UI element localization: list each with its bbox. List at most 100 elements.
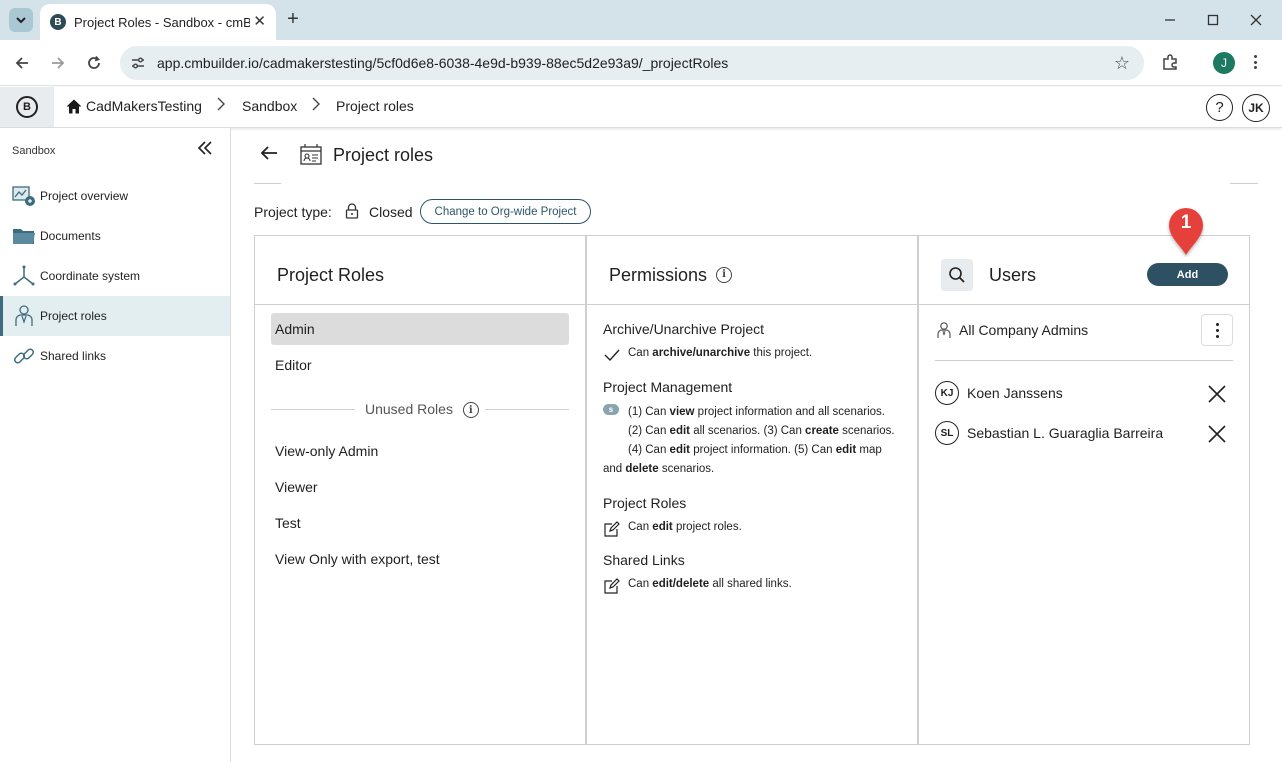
- browser-tab-bar: B Project Roles - Sandbox - cmBuilder ✕ …: [0, 0, 1282, 40]
- search-icon: [949, 267, 965, 283]
- scenario-badge: s: [603, 404, 619, 415]
- breadcrumb-project[interactable]: Sandbox: [242, 98, 297, 114]
- sidebar-item-documents[interactable]: Documents: [0, 216, 230, 256]
- user-name: Sebastian L. Guaraglia Barreira: [967, 425, 1164, 441]
- address-url: app.cmbuilder.io/cadmakerstesting/5cf0d6…: [157, 55, 729, 71]
- perm-line: Can edit/delete all shared links.: [603, 578, 792, 594]
- coordinate-axes-icon: [12, 264, 36, 288]
- sidebar-title: Sandbox: [12, 145, 56, 157]
- user-avatar[interactable]: JK: [1242, 94, 1270, 122]
- perm-group-title: Archive/Unarchive Project: [603, 321, 765, 337]
- user-avatar: KJ: [935, 381, 959, 405]
- all-company-admins-row: All Company Admins: [935, 314, 1233, 361]
- sidebar-item-project-roles[interactable]: Project roles: [0, 296, 230, 336]
- unused-roles-label: Unused Roles: [365, 401, 453, 417]
- sidebar-item-label: Project overview: [40, 189, 129, 203]
- folder-icon: [12, 224, 36, 248]
- role-item-editor[interactable]: Editor: [271, 349, 569, 381]
- role-item-admin[interactable]: Admin: [271, 313, 569, 345]
- panel-header: Project Roles: [255, 236, 585, 305]
- project-overview-icon: [12, 184, 36, 208]
- tab-favicon-icon: B: [50, 14, 66, 30]
- browser-tab-active[interactable]: B Project Roles - Sandbox - cmBuilder ✕: [40, 4, 276, 40]
- unused-roles-divider: Unused Roles i: [271, 399, 569, 419]
- user-row: KJ Koen Janssens: [935, 381, 1233, 407]
- perm-line: Can archive/unarchive this project.: [603, 347, 812, 363]
- admin-group-icon: [937, 322, 951, 338]
- close-icon[interactable]: ✕: [253, 14, 266, 30]
- sidebar-item-shared-links[interactable]: Shared links: [0, 336, 230, 376]
- divider: [1230, 183, 1258, 184]
- help-icon[interactable]: ?: [1206, 94, 1233, 121]
- role-item-view-only-admin[interactable]: View-only Admin: [271, 435, 569, 467]
- chevron-right-icon: [311, 97, 321, 114]
- lock-icon: [345, 203, 359, 219]
- browser-toolbar: app.cmbuilder.io/cadmakerstesting/5cf0d6…: [0, 40, 1282, 86]
- reload-icon[interactable]: [83, 52, 105, 74]
- more-options-button[interactable]: [1201, 314, 1233, 346]
- info-icon[interactable]: i: [716, 266, 733, 283]
- chevron-right-icon: [216, 97, 226, 114]
- perm-group-title: Project Roles: [603, 495, 687, 511]
- app-logo-button[interactable]: B: [0, 87, 54, 127]
- sidebar-item-coordinate-system[interactable]: Coordinate system: [0, 256, 230, 296]
- window-close-icon[interactable]: [1246, 10, 1266, 30]
- sidebar-item-label: Coordinate system: [40, 269, 141, 283]
- breadcrumb-current: Project roles: [336, 98, 414, 114]
- panel-title: Permissions: [609, 265, 708, 285]
- tab-search-button[interactable]: [9, 8, 33, 32]
- perm-group-title: Shared Links: [603, 552, 685, 568]
- collapse-sidebar-icon[interactable]: [196, 140, 214, 160]
- project-roles-page-icon: [300, 144, 322, 165]
- user-name: Koen Janssens: [967, 385, 1063, 401]
- forward-icon[interactable]: [47, 52, 69, 74]
- divider: [254, 183, 281, 184]
- address-bar[interactable]: app.cmbuilder.io/cadmakerstesting/5cf0d6…: [120, 46, 1144, 80]
- check-icon: [603, 347, 621, 363]
- breadcrumb-org[interactable]: CadMakersTesting: [86, 98, 202, 114]
- sidebar-item-label: Documents: [40, 229, 101, 243]
- site-settings-icon[interactable]: [128, 53, 148, 73]
- sidebar: Sandbox Project overview Documents Coord…: [0, 128, 231, 762]
- extensions-icon[interactable]: [1160, 52, 1180, 72]
- home-icon[interactable]: [66, 99, 82, 114]
- change-project-type-button[interactable]: Change to Org-wide Project: [420, 199, 591, 224]
- search-users-button[interactable]: [941, 259, 973, 291]
- tab-title: Project Roles - Sandbox - cmBuilder: [74, 14, 250, 30]
- remove-user-icon[interactable]: [1207, 384, 1227, 404]
- app-header: B CadMakersTesting Sandbox Project roles…: [0, 87, 1282, 128]
- project-type-label: Project type:: [254, 204, 332, 220]
- browser-menu-icon[interactable]: [1250, 52, 1260, 72]
- all-company-admins-label: All Company Admins: [959, 322, 1089, 338]
- panel-header: Permissions i: [587, 236, 917, 305]
- person-role-icon: [12, 304, 36, 328]
- app-logo-icon: B: [16, 96, 38, 118]
- edit-icon: [603, 521, 621, 537]
- user-avatar: SL: [935, 421, 959, 445]
- project-type-value: Closed: [369, 204, 413, 220]
- project-roles-panel: Project Roles Admin Editor Unused Roles …: [254, 235, 586, 745]
- new-tab-button[interactable]: +: [282, 8, 304, 30]
- minimize-icon[interactable]: [1160, 10, 1180, 30]
- add-user-button[interactable]: Add: [1147, 263, 1228, 286]
- perm-group-title: Project Management: [603, 379, 733, 395]
- role-item-viewer[interactable]: Viewer: [271, 471, 569, 503]
- step-marker-number: 1: [1180, 212, 1192, 233]
- back-icon[interactable]: [11, 52, 33, 74]
- maximize-icon[interactable]: [1203, 10, 1223, 30]
- star-icon[interactable]: ☆: [1114, 53, 1130, 73]
- role-item-view-only-export-test[interactable]: View Only with export, test: [271, 543, 569, 575]
- perm-line: Can edit project roles.: [603, 521, 742, 537]
- role-item-test[interactable]: Test: [271, 507, 569, 539]
- chevron-down-icon: [16, 17, 26, 24]
- users-panel: Users Add All Company Admins KJ Koen Jan…: [918, 235, 1250, 745]
- sidebar-item-label: Project roles: [40, 309, 107, 323]
- user-row: SL Sebastian L. Guaraglia Barreira: [935, 421, 1233, 447]
- info-icon[interactable]: i: [462, 402, 479, 419]
- remove-user-icon[interactable]: [1207, 424, 1227, 444]
- sidebar-item-project-overview[interactable]: Project overview: [0, 176, 230, 216]
- back-arrow-icon[interactable]: [259, 143, 279, 169]
- link-icon: [12, 344, 36, 368]
- panel-title: Users: [989, 265, 1037, 285]
- profile-avatar[interactable]: J: [1213, 52, 1235, 74]
